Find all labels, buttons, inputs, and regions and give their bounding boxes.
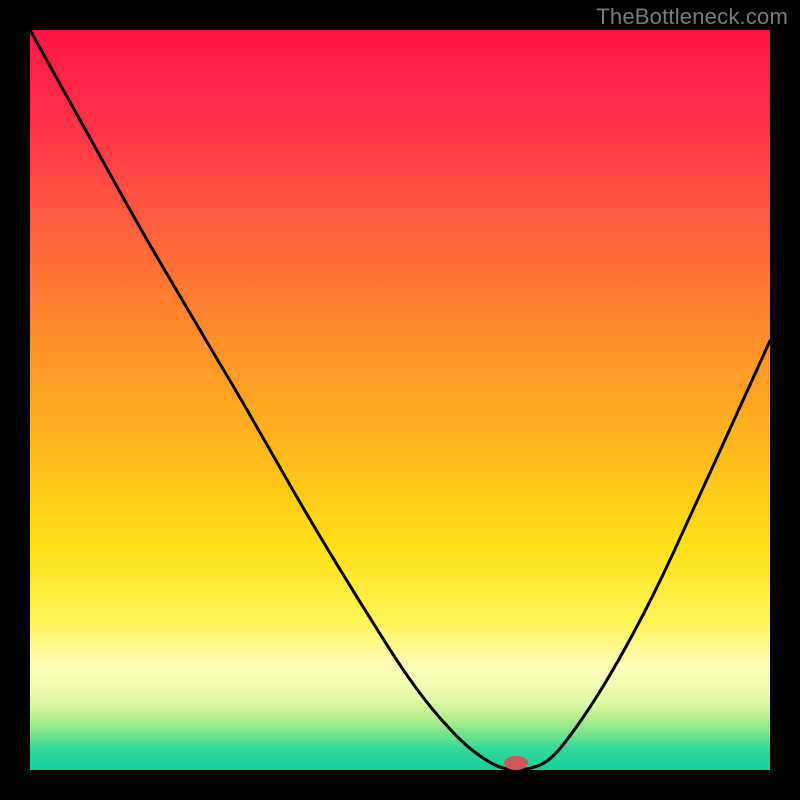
chart-container: TheBottleneck.com — [0, 0, 800, 800]
plot-background — [30, 30, 770, 770]
minimum-marker — [504, 756, 528, 770]
watermark-text: TheBottleneck.com — [596, 4, 788, 30]
bottleneck-chart — [0, 0, 800, 800]
